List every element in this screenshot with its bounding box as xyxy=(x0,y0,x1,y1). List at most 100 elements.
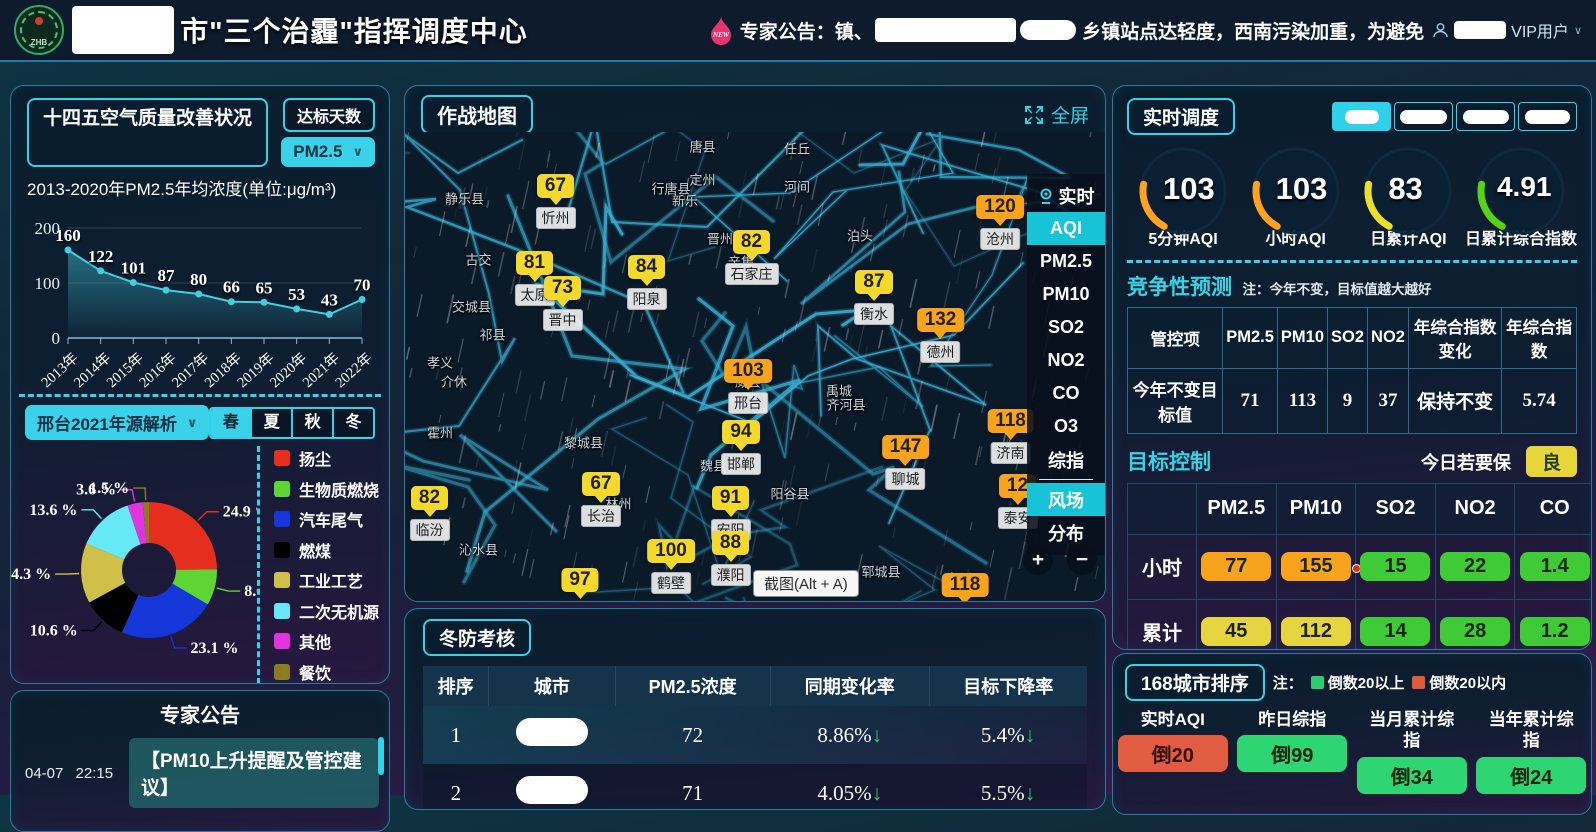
source-analysis-dropdown-value: 邢台2021年源解析 xyxy=(37,410,177,435)
legend-label: 燃煤 xyxy=(299,538,331,562)
value-pill: 155 xyxy=(1281,552,1351,581)
prediction-cell: 今年不变目标值 xyxy=(1128,368,1223,433)
map-marker-鹤壁[interactable]: 100鹤壁 xyxy=(647,539,695,594)
map-menu-item-PM2.5[interactable]: PM2.5 xyxy=(1027,245,1105,278)
svg-text:43: 43 xyxy=(321,290,338,309)
map-marker-阳泉[interactable]: 84阳泉 xyxy=(627,255,667,310)
legend-item[interactable]: 汽车尾气 xyxy=(274,507,379,531)
battle-map-panel: 作战地图 全屏 静乐县行唐县唐县任丘定州河间新乐晋州辛集泊头古交交城县祁县孝义介… xyxy=(404,85,1106,602)
scrollbar[interactable] xyxy=(378,737,384,775)
map-marker-濮阳[interactable]: 88濮阳 xyxy=(711,531,751,586)
user-label: VIP用户 xyxy=(1511,18,1569,42)
map-canvas[interactable]: 静乐县行唐县唐县任丘定州河间新乐晋州辛集泊头古交交城县祁县孝义介休霍州黎城县林州… xyxy=(405,132,1105,601)
marker-tail xyxy=(724,554,738,562)
ranking-pill: 倒34 xyxy=(1357,757,1467,794)
map-place-label: 霍州 xyxy=(427,423,453,442)
map-menu-item-SO2[interactable]: SO2 xyxy=(1027,311,1105,344)
map-marker-德州[interactable]: 132德州 xyxy=(917,308,965,363)
marker-tail xyxy=(528,274,542,282)
table-row[interactable]: 1728.86%↓5.4%↓ xyxy=(423,706,1087,764)
season-tab-夏[interactable]: 夏 xyxy=(250,409,291,437)
svg-text:10.6 %: 10.6 % xyxy=(30,623,78,640)
prediction-cell: 37 xyxy=(1368,368,1409,433)
legend-item[interactable]: 扬尘 xyxy=(274,446,379,470)
map-menu-item-AQI[interactable]: AQI xyxy=(1027,212,1105,245)
fullscreen-button[interactable]: 全屏 xyxy=(1024,101,1089,128)
fullscreen-label: 全屏 xyxy=(1051,101,1089,128)
map-place-label: 黎城县 xyxy=(564,432,603,451)
map-menu-realtime[interactable]: 实时 xyxy=(1027,179,1105,212)
marker-city-label: 邢台 xyxy=(728,392,768,414)
svg-text:8.6...: 8.6... xyxy=(244,583,257,600)
legend-item[interactable]: 生物质燃烧 xyxy=(274,477,379,501)
winter-cell: 5.5%↓ xyxy=(929,764,1087,810)
map-marker-沧州[interactable]: 120沧州 xyxy=(976,195,1024,250)
dispatch-tab-4[interactable] xyxy=(1518,102,1577,131)
map-menu-item-风场[interactable]: 风场 xyxy=(1027,483,1105,516)
source-analysis-dropdown[interactable]: 邢台2021年源解析 ∨ xyxy=(25,405,209,440)
table-row[interactable]: 2714.05%↓5.5%↓ xyxy=(423,764,1087,810)
epa-logo: ZHB xyxy=(14,5,64,55)
dispatch-tab-1[interactable] xyxy=(1332,102,1391,131)
svg-text:70: 70 xyxy=(354,276,371,295)
map-marker-97[interactable]: 97 xyxy=(561,568,598,601)
map-menu-item-O3[interactable]: O3 xyxy=(1027,410,1105,443)
entry-message: 【PM10上升提醒及管控建议】 xyxy=(129,738,379,808)
map-marker-衡水[interactable]: 87衡水 xyxy=(854,270,894,325)
dispatch-tab-2[interactable] xyxy=(1394,102,1453,131)
pollutant-dropdown[interactable]: PM2.5 ∨ xyxy=(281,137,375,167)
map-marker-邢台[interactable]: 103邢台 xyxy=(724,359,772,414)
map-marker-忻州[interactable]: 67忻州 xyxy=(536,174,576,229)
marker-city-label: 济南 xyxy=(991,442,1031,464)
map-menu-item-CO[interactable]: CO xyxy=(1027,377,1105,410)
legend-item[interactable]: 其他 xyxy=(274,629,379,653)
gauge-value: 103 xyxy=(1163,171,1215,207)
legend-item[interactable]: 工业工艺 xyxy=(274,568,379,592)
map-marker-聊城[interactable]: 147聊城 xyxy=(882,435,930,490)
value-pill: 22 xyxy=(1440,552,1510,581)
map-marker-118[interactable]: 118 xyxy=(942,573,989,601)
winter-assessment-table: 排序城市PM2.5浓度同期变化率目标下降率 1728.86%↓5.4%↓2714… xyxy=(423,666,1087,810)
legend-item[interactable]: 餐饮 xyxy=(274,660,379,684)
map-menu-item-NO2[interactable]: NO2 xyxy=(1027,344,1105,377)
season-tab-秋[interactable]: 秋 xyxy=(291,409,332,437)
target-row-label: 小时 xyxy=(1128,534,1197,599)
screenshot-tooltip: 截图(Alt + A) xyxy=(753,570,859,597)
target-cell: 22 xyxy=(1435,534,1515,599)
map-marker-长治[interactable]: 67长治 xyxy=(581,472,621,527)
map-menu-item-PM10[interactable]: PM10 xyxy=(1027,278,1105,311)
map-marker-邯郸[interactable]: 94邯郸 xyxy=(721,420,761,475)
gauge-value: 4.91 xyxy=(1497,171,1552,203)
legend-label: 扬尘 xyxy=(299,446,331,470)
legend-item[interactable]: 二次无机源 xyxy=(274,599,379,623)
map-menu-item-综指[interactable]: 综指 xyxy=(1027,443,1105,476)
target-cell: 1.4 xyxy=(1515,534,1592,599)
dispatch-tab-3[interactable] xyxy=(1456,102,1515,131)
user-menu[interactable]: VIP用户 ∨ xyxy=(1432,18,1582,42)
svg-text:13.6 %: 13.6 % xyxy=(29,502,77,519)
map-marker-临汾[interactable]: 82临汾 xyxy=(410,486,450,541)
map-menu-item-分布[interactable]: 分布 xyxy=(1027,516,1105,549)
gauge-日累计AQI: 83日累计AQI xyxy=(1352,145,1464,250)
marker-value: 82 xyxy=(733,230,770,254)
table-row: 小时7715515221.4 xyxy=(1128,534,1593,599)
svg-text:0: 0 xyxy=(52,329,61,348)
marker-city-label: 衡水 xyxy=(854,303,894,325)
svg-text:100: 100 xyxy=(35,274,61,293)
legend-label: 其他 xyxy=(299,629,331,653)
season-tab-春[interactable]: 春 xyxy=(211,409,250,437)
marker-value: 147 xyxy=(882,435,930,459)
prediction-cell: 9 xyxy=(1328,368,1368,433)
value-pill: 45 xyxy=(1201,617,1271,646)
reach-days-button[interactable]: 达标天数 xyxy=(283,98,375,132)
marker-tail xyxy=(556,299,570,307)
map-marker-晋中[interactable]: 73晋中 xyxy=(543,276,583,331)
winter-assessment-panel: 冬防考核 排序城市PM2.5浓度同期变化率目标下降率 1728.86%↓5.4%… xyxy=(404,608,1106,810)
expert-entry[interactable]: 04-07 22:15 【PM10上升提醒及管控建议】 xyxy=(25,738,379,808)
svg-text:65: 65 xyxy=(256,278,273,297)
realtime-dispatch-panel: 实时调度 1035分钟AQI103小时AQI83日累计AQI4.91日累计综合指… xyxy=(1112,85,1592,650)
map-marker-石家庄[interactable]: 82石家庄 xyxy=(725,230,779,285)
season-tab-冬[interactable]: 冬 xyxy=(332,409,373,437)
pollutant-dropdown-value: PM2.5 xyxy=(293,142,342,162)
legend-item[interactable]: 燃煤 xyxy=(274,538,379,562)
